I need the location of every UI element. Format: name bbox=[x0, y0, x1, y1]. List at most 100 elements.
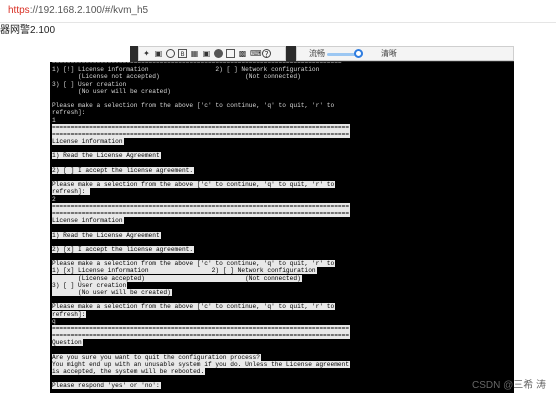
console-line-text bbox=[52, 375, 53, 382]
console-line: 3) [ ] User creation bbox=[52, 81, 350, 88]
quality-control: 流畅 清晰 bbox=[296, 46, 514, 61]
console-line-text bbox=[52, 253, 53, 260]
fit-icon[interactable]: ▣ bbox=[154, 49, 163, 58]
console-line-text: Please respond 'yes' or 'no': bbox=[52, 382, 161, 390]
pin-icon[interactable]: ✦ bbox=[142, 49, 151, 58]
quality-smooth-label: 流畅 bbox=[309, 49, 325, 58]
console-line-text: 2) [ ] I accept the license agreement. bbox=[52, 166, 195, 174]
console-line-text bbox=[52, 145, 53, 152]
console-line: 2 bbox=[52, 196, 350, 203]
console-line: 1 bbox=[52, 117, 350, 124]
console-line: Are you sure you want to quit the config… bbox=[52, 353, 350, 361]
url-rest: ://192.168.2.100/#/kvm_h5 bbox=[29, 5, 149, 16]
console-line-text: Please make a selection from the above [… bbox=[52, 181, 336, 189]
console-line bbox=[52, 375, 350, 382]
console-line-text bbox=[52, 160, 53, 167]
csdn-watermark: CSDN @三希 涛 bbox=[472, 380, 547, 391]
console-line-text: 2) [x] I accept the license agreement. bbox=[52, 245, 195, 253]
console-line-text: 1) [x] License information 2) [ ] Networ… bbox=[52, 267, 317, 275]
console-line: Please make a selection from the above [… bbox=[52, 260, 350, 268]
console-output: ========================================… bbox=[52, 62, 351, 390]
console-line bbox=[52, 145, 350, 152]
console-line: Please make a selection from the above [… bbox=[52, 102, 350, 109]
console-line: Please make a selection from the above [… bbox=[52, 181, 350, 189]
console-line: 2) [ ] I accept the license agreement. bbox=[52, 166, 350, 174]
console-line bbox=[52, 174, 350, 181]
console-line-text: 1) Read the License Agreement bbox=[52, 152, 161, 160]
grid-icon[interactable]: ▦ bbox=[190, 49, 199, 58]
console-line bbox=[52, 239, 350, 246]
console-line-text: ========================================… bbox=[52, 324, 351, 332]
console-line-text: q bbox=[52, 317, 56, 325]
console-line: (License not accepted) (Not connected) bbox=[52, 73, 350, 80]
url-text[interactable]: https://192.168.2.100/#/kvm_h5 bbox=[8, 1, 148, 21]
console-line: (No user will be created) bbox=[52, 88, 350, 95]
console-line-text: 3) [ ] User creation bbox=[52, 80, 127, 88]
page-title: 器网警2.100 bbox=[0, 25, 56, 36]
console-line: Question bbox=[52, 339, 350, 347]
console-line-text: (No user will be created) bbox=[52, 289, 172, 296]
console-line: ========================================… bbox=[52, 130, 351, 138]
console-line: refresh]: bbox=[52, 310, 350, 318]
console-line-text bbox=[52, 239, 53, 246]
help-icon[interactable]: ? bbox=[262, 49, 271, 59]
console-line-text: (License not accepted) (Not connected) bbox=[52, 73, 301, 81]
console-line-text: Question bbox=[52, 339, 83, 347]
console-line-text: ========================================… bbox=[52, 123, 351, 131]
console-line: ========================================… bbox=[52, 324, 351, 332]
console-line bbox=[52, 253, 350, 260]
console-line: refresh]: bbox=[52, 188, 350, 196]
console-line-text: refresh]: bbox=[52, 188, 91, 196]
console-line-text: 2 bbox=[52, 195, 56, 203]
camera-icon[interactable]: ▩ bbox=[238, 49, 247, 58]
console-line-text: 1) [!] License information 2) [ ] Networ… bbox=[52, 66, 320, 74]
console-line-text: ========================================… bbox=[52, 332, 351, 340]
console-line-text bbox=[52, 347, 53, 354]
fullscreen-icon[interactable] bbox=[226, 49, 235, 58]
kvm-console-screen[interactable]: ========================================… bbox=[50, 62, 514, 393]
browser-address-bar[interactable]: https://192.168.2.100/#/kvm_h5 bbox=[0, 0, 556, 23]
console-line: Please make a selection from the above [… bbox=[52, 303, 350, 311]
console-line bbox=[52, 160, 350, 167]
target-icon[interactable] bbox=[166, 49, 175, 58]
console-line: 2) [x] I accept the license agreement. bbox=[52, 245, 350, 253]
console-line: 1) Read the License Agreement bbox=[52, 152, 350, 160]
console-line: refresh]: bbox=[52, 109, 350, 116]
console-line: License information bbox=[52, 138, 350, 146]
console-line-text: License information bbox=[52, 138, 124, 146]
url-scheme: https bbox=[8, 5, 30, 16]
console-line-text: You might end up with an unusable system… bbox=[52, 360, 351, 368]
console-line-text: License information bbox=[52, 217, 124, 225]
console-line-text: ========================================… bbox=[52, 209, 351, 217]
console-line-text: Are you sure you want to quit the config… bbox=[52, 353, 261, 361]
console-line-text: is accepted, the system will be rebooted… bbox=[52, 368, 206, 376]
console-line: (No user will be created) bbox=[52, 289, 350, 296]
lock-icon[interactable]: ▣ bbox=[202, 49, 211, 58]
console-line-text: Please make a selection from the above [… bbox=[52, 303, 336, 311]
console-line-text: (No user will be created) bbox=[52, 87, 171, 95]
console-line: q bbox=[52, 318, 350, 325]
console-line: 1) Read the License Agreement bbox=[52, 231, 350, 239]
b-icon[interactable]: B bbox=[178, 49, 187, 58]
console-line-text: 1 bbox=[52, 116, 56, 124]
console-line-text: 3) [ ] User creation bbox=[52, 281, 128, 289]
quality-clear-label: 清晰 bbox=[381, 49, 397, 58]
console-line-text bbox=[52, 224, 53, 231]
console-line: You might end up with an unusable system… bbox=[52, 360, 351, 368]
record-icon[interactable] bbox=[214, 49, 223, 58]
keyboard-icon[interactable]: ⌨ bbox=[250, 49, 262, 58]
console-line: ========================================… bbox=[52, 123, 351, 131]
console-line-text: refresh]: bbox=[52, 109, 86, 117]
console-line-text: ========================================… bbox=[52, 202, 351, 210]
console-line: ========================================… bbox=[52, 332, 351, 340]
console-line bbox=[52, 95, 350, 102]
console-line: License information bbox=[52, 217, 350, 225]
console-line: 1) [x] License information 2) [ ] Networ… bbox=[52, 267, 350, 275]
console-line: is accepted, the system will be rebooted… bbox=[52, 368, 350, 376]
console-line-text: 1) Read the License Agreement bbox=[52, 231, 161, 239]
right-margin bbox=[514, 46, 556, 393]
console-line bbox=[52, 224, 350, 231]
console-line: (License accepted) (Not connected) bbox=[52, 274, 350, 282]
quality-slider-thumb[interactable] bbox=[353, 49, 363, 58]
console-line-text bbox=[52, 296, 53, 303]
